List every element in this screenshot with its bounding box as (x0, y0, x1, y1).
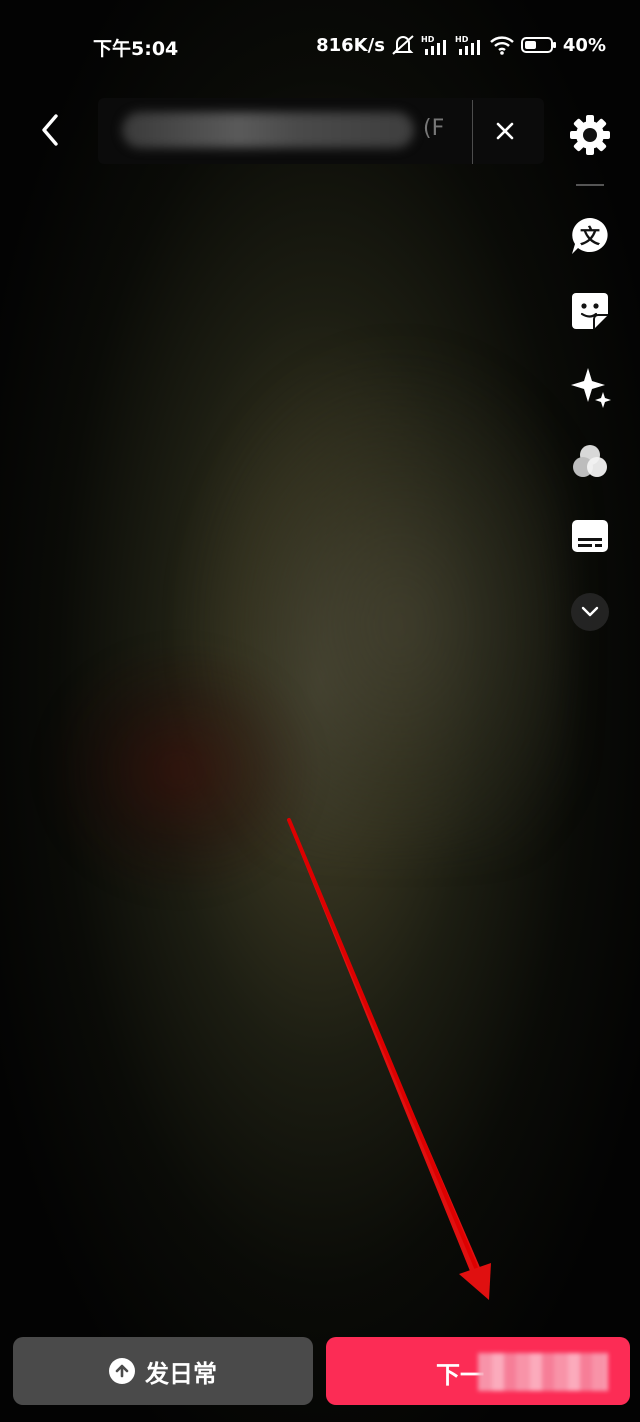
settings-button[interactable] (568, 113, 612, 157)
text-icon: 文 (572, 218, 608, 254)
filter-icon (573, 445, 607, 477)
tools-divider (576, 184, 604, 186)
sticker-tool-button[interactable] (568, 289, 612, 333)
post-daily-button[interactable]: 发日常 (13, 1337, 313, 1405)
back-icon (42, 114, 58, 146)
svg-text:HD: HD (455, 35, 469, 44)
next-step-label: 下一 (436, 1361, 484, 1389)
filter-tool-button[interactable] (568, 440, 612, 484)
subtitle-icon (572, 520, 608, 552)
effects-icon (571, 368, 611, 408)
more-tools-button[interactable] (568, 590, 612, 634)
status-bar: 下午5:04 816K/s HD HD 40% (0, 0, 640, 90)
sticker-icon (572, 293, 608, 329)
close-button[interactable] (490, 116, 520, 146)
video-editor-screen: 下午5:04 816K/s HD HD 40% (F 文 发日常 下一 (0, 0, 640, 1422)
video-preview-red-tint (40, 640, 320, 900)
more-tools-circle (571, 593, 609, 631)
signal-hd-icon: HD (421, 34, 449, 56)
signal-hd-icon: HD (455, 34, 483, 56)
title-divider (472, 100, 473, 164)
back-button[interactable] (28, 108, 72, 152)
post-daily-label: 发日常 (145, 1359, 217, 1388)
status-time: 下午5:04 (93, 38, 179, 60)
close-icon (496, 122, 514, 140)
music-title-suffix: (F (423, 116, 445, 141)
next-step-button[interactable]: 下一 (326, 1337, 630, 1405)
music-title-bar[interactable]: (F (98, 98, 544, 164)
next-label-redacted (478, 1353, 608, 1391)
music-title-redacted (122, 112, 414, 148)
effects-tool-button[interactable] (568, 364, 612, 408)
text-tool-button[interactable]: 文 (568, 214, 612, 258)
battery-icon (520, 35, 557, 55)
text-icon-glyph: 文 (580, 224, 601, 248)
upload-icon (109, 1358, 135, 1384)
svg-text:HD: HD (421, 35, 435, 44)
subtitle-tool-button[interactable] (568, 514, 612, 558)
mute-icon (391, 34, 415, 56)
wifi-icon (489, 34, 515, 56)
battery-percent: 40% (562, 34, 606, 56)
settings-icon (570, 115, 610, 155)
network-speed: 816K/s (316, 34, 385, 56)
status-icons: 816K/s HD HD 40% (316, 34, 606, 56)
chevron-down-icon (581, 606, 599, 617)
